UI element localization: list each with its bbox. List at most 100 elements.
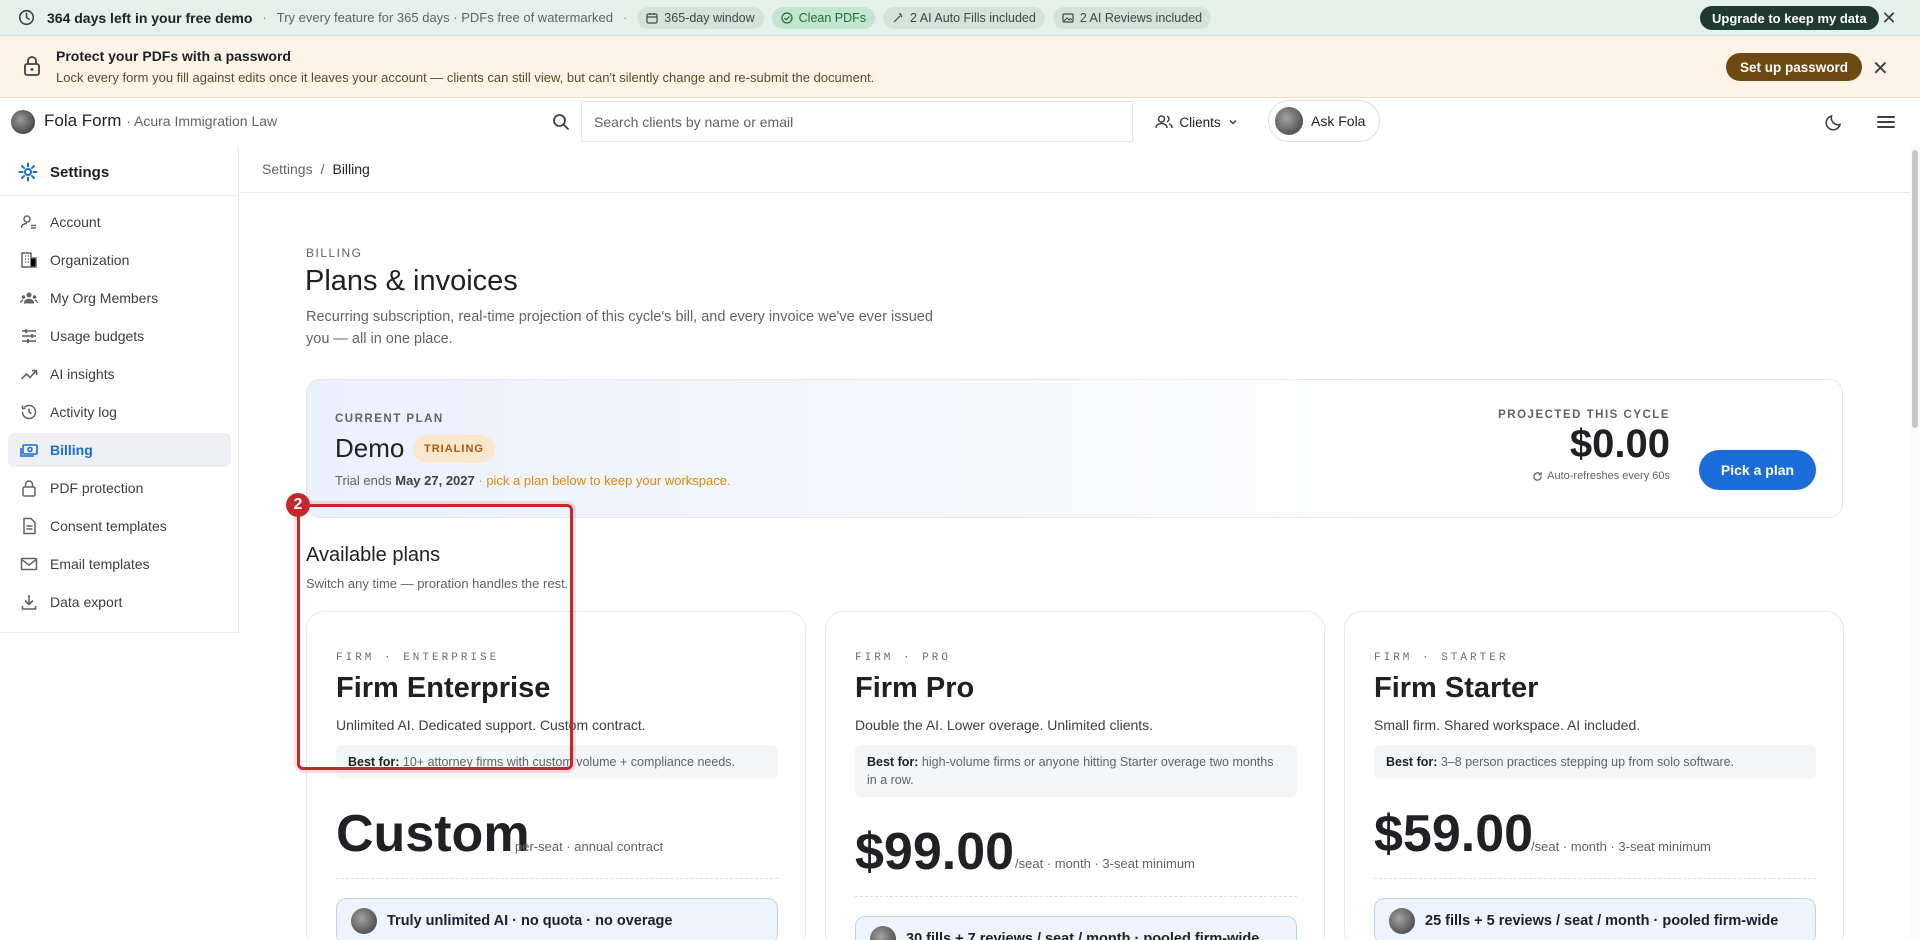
sidebar-item-consent-templates[interactable]: Consent templates xyxy=(8,509,231,543)
plan-unit: /seat · month · 3-seat minimum xyxy=(1531,839,1711,854)
plan-quota: 25 fills + 5 reviews / seat / month · po… xyxy=(1374,898,1816,940)
trial-end-date: May 27, 2027 xyxy=(395,473,475,488)
close-icon[interactable]: ✕ xyxy=(1872,56,1889,81)
chevron-down-icon xyxy=(1229,119,1237,125)
password-banner-title: Protect your PDFs with a password xyxy=(56,48,291,64)
trial-info: Trial ends May 27, 2027 · pick a plan be… xyxy=(335,473,731,488)
logo[interactable] xyxy=(11,110,35,134)
annotation-badge: 2 xyxy=(286,493,310,517)
wand-icon xyxy=(893,12,903,22)
doc-icon xyxy=(23,517,36,535)
trend-icon xyxy=(20,369,38,380)
sidebar-item-billing[interactable]: Billing xyxy=(8,433,231,467)
page-title: Plans & invoices xyxy=(305,265,518,297)
chip-auto-fills: 2 AI Auto Fills included xyxy=(883,6,1045,29)
demo-banner: 364 days left in your free demo · Try ev… xyxy=(0,0,1920,36)
pick-plan-button[interactable]: Pick a plan xyxy=(1699,450,1816,490)
available-plans-subtitle: Switch any time — proration handles the … xyxy=(306,576,569,591)
scrollbar-thumb[interactable] xyxy=(1912,150,1918,428)
avatar xyxy=(1275,107,1303,135)
clients-label: Clients xyxy=(1179,114,1221,130)
current-plan-card: CURRENT PLAN Demo TRIALING Trial ends Ma… xyxy=(306,379,1843,518)
calendar-icon xyxy=(646,12,658,24)
lock-icon xyxy=(22,480,36,497)
projected-label: PROJECTED THIS CYCLE xyxy=(1498,409,1670,421)
plan-quota: 30 fills + 7 reviews / seat / month · po… xyxy=(855,916,1297,940)
sliders-icon xyxy=(22,329,36,343)
sidebar-item-email-templates[interactable]: Email templates xyxy=(8,547,231,581)
person-icon xyxy=(20,215,36,229)
building-icon xyxy=(21,252,37,268)
hamburger-menu-icon[interactable] xyxy=(1875,111,1897,133)
page-eyebrow: BILLING xyxy=(306,246,363,260)
plan-unit: per-seat · annual contract xyxy=(515,839,664,854)
current-plan-name: Demo xyxy=(335,433,405,463)
sidebar-item-data-export[interactable]: Data export xyxy=(8,585,231,619)
ask-fola-label: Ask Fola xyxy=(1311,113,1366,129)
clients-dropdown[interactable]: Clients xyxy=(1137,104,1257,140)
sidebar-item-usage-budgets[interactable]: Usage budgets xyxy=(8,319,231,353)
ask-fola-button[interactable]: Ask Fola xyxy=(1268,100,1380,142)
password-banner: Protect your PDFs with a password Lock e… xyxy=(0,36,1920,98)
avatar xyxy=(351,908,377,934)
refresh-note: Auto-refreshes every 60s xyxy=(1532,470,1670,482)
plan-name: Firm Enterprise xyxy=(336,672,551,704)
close-icon[interactable]: ✕ xyxy=(1879,8,1899,28)
plan-quota: Truly unlimited AI · no quota · no overa… xyxy=(336,898,778,940)
plan-name: Firm Pro xyxy=(855,672,975,704)
password-banner-subtitle: Lock every form you fill against edits o… xyxy=(56,70,875,85)
sidebar-item-my-org-members[interactable]: My Org Members xyxy=(8,281,231,315)
status-badge: TRIALING xyxy=(413,435,495,463)
avatar xyxy=(1389,908,1415,934)
download-icon xyxy=(21,595,37,610)
plan-best-for: Best for: 3–8 person practices stepping … xyxy=(1374,745,1816,779)
brand-name: Fola Form xyxy=(44,111,122,130)
breadcrumb: Settings / Billing xyxy=(240,146,1910,193)
chip-clean-pdfs: Clean PDFs xyxy=(771,6,876,29)
projected-amount: $0.00 xyxy=(1569,422,1670,466)
upgrade-button[interactable]: Upgrade to keep my data xyxy=(1700,6,1879,30)
plan-card-starter[interactable]: FIRM · STARTER Firm Starter Small firm. … xyxy=(1344,611,1844,940)
plan-unit: /seat · month · 3-seat minimum xyxy=(1015,856,1195,871)
brand: Fola Form · Acura Immigration Law xyxy=(44,111,277,131)
plan-name: Firm Starter xyxy=(1374,672,1539,704)
plan-eyebrow: FIRM · STARTER xyxy=(1374,652,1509,664)
search-input[interactable]: Search clients by name or email xyxy=(581,101,1133,142)
mail-icon xyxy=(20,557,38,571)
plan-card-pro[interactable]: FIRM · PRO Firm Pro Double the AI. Lower… xyxy=(825,611,1325,940)
moon-icon[interactable] xyxy=(1823,111,1845,133)
sidebar-title: Settings xyxy=(50,163,110,181)
plan-description: Unlimited AI. Dedicated support. Custom … xyxy=(336,717,646,733)
billing-icon xyxy=(20,444,38,457)
breadcrumb-settings[interactable]: Settings xyxy=(262,161,313,177)
chip-window: 365-day window xyxy=(637,6,764,29)
plan-description: Small firm. Shared workspace. AI include… xyxy=(1374,717,1641,733)
plan-price: $59.00 xyxy=(1374,805,1534,863)
plan-price: $99.00 xyxy=(855,823,1015,881)
clock-icon xyxy=(18,9,35,26)
plan-eyebrow: FIRM · ENTERPRISE xyxy=(336,652,500,664)
breadcrumb-current: Billing xyxy=(332,161,370,177)
plan-price: Custom xyxy=(336,805,530,863)
gear-icon xyxy=(18,162,38,182)
sidebar-header: Settings xyxy=(18,162,109,182)
sidebar-item-organization[interactable]: Organization xyxy=(8,243,231,277)
org-name: · Acura Immigration Law xyxy=(126,113,278,129)
sidebar-item-account[interactable]: Account xyxy=(8,205,231,239)
history-icon xyxy=(21,404,37,420)
plan-eyebrow: FIRM · PRO xyxy=(855,652,952,664)
search-icon[interactable] xyxy=(543,104,579,140)
sidebar-item-activity-log[interactable]: Activity log xyxy=(8,395,231,429)
current-plan-label: CURRENT PLAN xyxy=(335,413,444,425)
setup-password-button[interactable]: Set up password xyxy=(1726,53,1863,81)
app-header: Fola Form · Acura Immigration Law Search… xyxy=(0,98,1920,146)
sidebar-item-pdf-protection[interactable]: PDF protection xyxy=(8,471,231,505)
check-circle-icon xyxy=(781,11,793,24)
group-icon xyxy=(20,292,38,304)
plan-card-enterprise[interactable]: FIRM · ENTERPRISE Firm Enterprise Unlimi… xyxy=(306,611,806,940)
plan-description: Double the AI. Lower overage. Unlimited … xyxy=(855,717,1154,733)
available-plans-title: Available plans xyxy=(306,544,441,566)
plan-best-for: Best for: high-volume firms or anyone hi… xyxy=(855,745,1297,797)
page-description: Recurring subscription, real-time projec… xyxy=(306,309,933,347)
sidebar-item-ai-insights[interactable]: AI insights xyxy=(8,357,231,391)
